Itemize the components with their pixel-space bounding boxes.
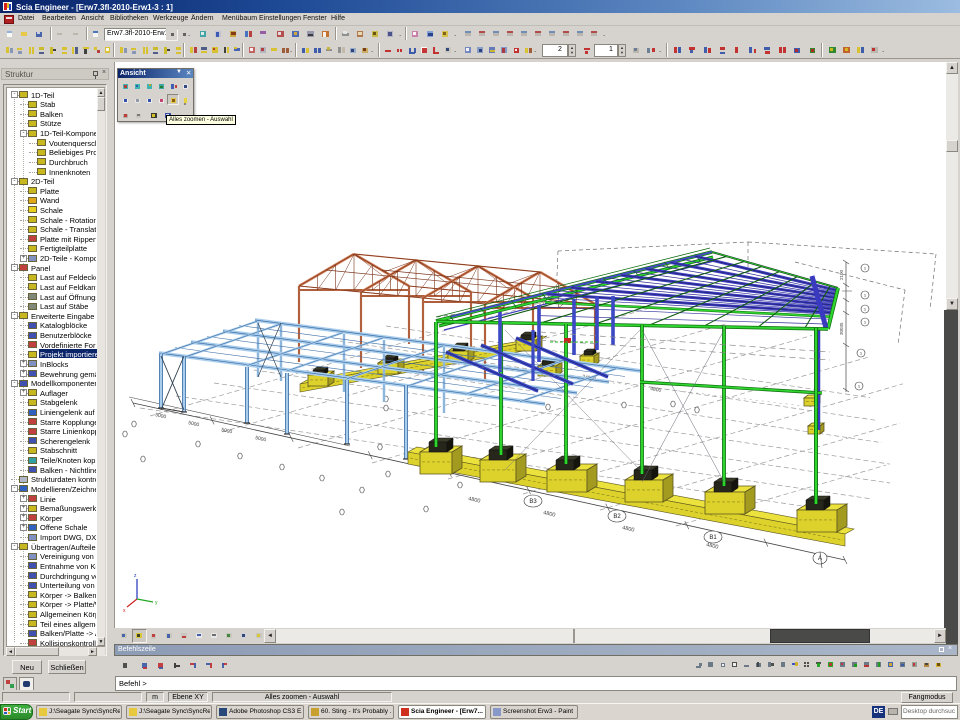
svg-text:z: z: [134, 573, 137, 579]
svg-text:4800: 4800: [543, 510, 556, 519]
svg-text:B3: B3: [529, 499, 537, 505]
svg-text:y: y: [155, 600, 158, 606]
svg-text:4800: 4800: [650, 386, 662, 394]
svg-text:5000: 5000: [221, 427, 233, 435]
svg-text:x: x: [123, 608, 126, 614]
svg-text:B2: B2: [613, 514, 621, 520]
svg-text:5000: 5000: [188, 420, 200, 428]
svg-text:4800: 4800: [622, 525, 635, 534]
svg-text:5000: 5000: [255, 435, 267, 443]
svg-text:B1: B1: [709, 535, 717, 541]
svg-text:30035: 30035: [839, 322, 844, 335]
svg-text:4800: 4800: [706, 542, 719, 551]
svg-text:2100: 2100: [839, 269, 844, 280]
svg-text:4800: 4800: [468, 496, 481, 505]
svg-text:5000: 5000: [155, 412, 167, 420]
